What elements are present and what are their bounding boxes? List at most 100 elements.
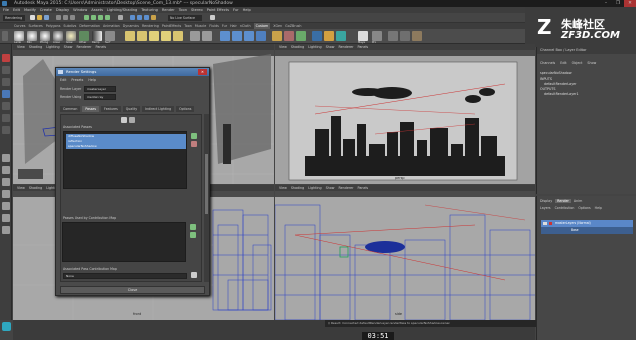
area-light-icon[interactable] [173,31,183,41]
proxy-icon[interactable] [372,31,382,41]
open-scene-icon[interactable] [37,15,42,20]
maximize-button[interactable]: ❐ [612,0,624,7]
render-settings-titlebar[interactable]: Render Settings ✕ [56,68,209,76]
input-line-icon[interactable] [210,15,215,20]
layout-single-icon[interactable] [2,154,10,162]
snap-curve-icon[interactable] [91,15,96,20]
layout-four-icon[interactable] [2,166,10,174]
maya-software-icon[interactable] [358,31,368,41]
layout-outliner-icon[interactable] [2,190,10,198]
render-settings-scrollbar[interactable] [204,114,209,282]
layout-custom-icon[interactable] [2,226,10,234]
render-layer-icon[interactable] [284,31,294,41]
passes-used-remove-icon[interactable] [190,232,196,238]
rs-menu-help[interactable]: Help [88,78,96,82]
close-window-button[interactable]: ✕ [624,0,636,7]
pass-move-up-icon[interactable] [191,133,197,139]
hypershade-icon[interactable] [151,15,156,20]
rs-menu-edit[interactable]: Edit [60,78,66,82]
live-surface-field[interactable]: No Live Surface [168,15,202,21]
select-component-icon[interactable] [70,15,75,20]
scrollbar-thumb[interactable] [205,154,208,214]
ipr-render-icon[interactable] [137,15,142,20]
layer-render-icon[interactable] [549,222,552,225]
history-icon[interactable] [118,15,123,20]
layer-visibility-icon[interactable] [543,222,547,225]
rs-tab-options[interactable]: Options [176,106,195,112]
passes-used-add-icon[interactable] [190,224,196,230]
surface-shader-icon[interactable] [105,31,115,41]
render-using-dropdown[interactable]: mental ray [84,94,116,100]
move-tool-icon[interactable] [2,90,10,98]
master-layer-row[interactable]: Base [541,227,633,234]
layer-tab-render[interactable]: Render [555,199,571,203]
extra-tool-icon-1[interactable] [388,31,398,41]
cb-menu-channels[interactable]: Channels [540,61,555,65]
command-line-result[interactable]: // Result: Connected defaultRenderLayer.… [325,320,536,327]
rs-menu-presets[interactable]: Presets [71,78,83,82]
cb-menu-edit[interactable]: Edit [560,61,566,65]
menu-set-dropdown[interactable]: Rendering [3,15,25,21]
render-current-icon[interactable] [232,31,242,41]
extra-tool-icon-2[interactable] [400,31,410,41]
rotate-tool-icon[interactable] [2,102,10,110]
ramp-shader-icon[interactable] [92,31,102,41]
passes-used-list[interactable] [62,222,186,262]
paint-select-icon[interactable] [2,78,10,86]
contribution-map-dropdown[interactable]: None [63,273,187,279]
render-frame-icon[interactable] [130,15,135,20]
snap-point-icon[interactable] [98,15,103,20]
contribution-map-icon[interactable] [191,272,197,278]
layer-tab-display[interactable]: Display [540,199,552,203]
save-scene-icon[interactable] [44,15,49,20]
viewport-top-right[interactable]: View Shading Lighting Show Renderer Pane… [275,44,535,184]
render-layer-dropdown[interactable]: masterLayer [84,86,116,92]
hypershade-shelf-icon[interactable] [272,31,282,41]
select-tool-icon[interactable] [2,54,10,62]
le-menu-layers[interactable]: Layers [540,206,551,210]
batch-render-icon[interactable] [256,31,266,41]
le-menu-options[interactable]: Options [578,206,590,210]
render-layer-row[interactable]: masterLayers (Normal) [541,220,633,227]
layout-graph-icon[interactable] [2,202,10,210]
pass-add-icon[interactable] [121,117,127,123]
associated-pass-item[interactable]: specularNoShadow [66,144,186,149]
layout-hypershade-icon[interactable] [2,214,10,222]
spot-light-icon[interactable] [161,31,171,41]
extra-tool-icon-3[interactable] [412,31,422,41]
close-dialog-icon[interactable]: ✕ [198,69,207,75]
le-menu-contribution[interactable]: Contribution [555,206,575,210]
selected-node-name[interactable]: specularNoShadow [540,71,572,75]
directional-light-icon[interactable] [137,31,147,41]
render-settings-icon[interactable] [144,15,149,20]
cb-menu-object[interactable]: Object [572,61,583,65]
render-settings-close-button[interactable]: Close [60,286,205,294]
camera-aim-icon[interactable] [202,31,212,41]
ibl-icon[interactable] [336,31,346,41]
rs-tab-quality[interactable]: Quality [122,106,141,112]
last-tool-icon[interactable] [2,126,10,134]
rs-tab-features[interactable]: Features [101,106,121,112]
minimize-button[interactable]: – [600,0,612,7]
glow-shader-icon[interactable] [66,31,76,41]
mentalray-icon[interactable] [312,31,322,41]
rs-tab-indirect-lighting[interactable]: Indirect Lighting [142,106,175,112]
blinn-shader-icon[interactable] [27,31,37,41]
paint-icon[interactable] [296,31,306,41]
outputs-item[interactable]: defaultRenderLayer1 [544,92,579,96]
phong-shader-icon[interactable] [40,31,50,41]
inputs-item[interactable]: defaultRenderLayer [544,82,577,86]
layer-tab-anim[interactable]: Anim [574,199,582,203]
shelf-menu-icon[interactable] [2,31,8,41]
lambert-shader-icon[interactable] [14,31,24,41]
pass-remove-icon[interactable] [129,117,135,123]
rs-tab-common[interactable]: Common [60,106,81,112]
viewport-bottom-right[interactable]: View Shading Lighting Show Renderer Pane… [275,185,535,320]
rs-tab-passes[interactable]: Passes [82,106,100,112]
associated-passes-list[interactable]: diffuseNoShadow reflection specularNoSha… [63,131,187,189]
scale-tool-icon[interactable] [2,114,10,122]
select-hierarchy-icon[interactable] [56,15,61,20]
other-shader-icon[interactable] [79,31,89,41]
snap-grid-icon[interactable] [84,15,89,20]
physical-sun-icon[interactable] [324,31,334,41]
